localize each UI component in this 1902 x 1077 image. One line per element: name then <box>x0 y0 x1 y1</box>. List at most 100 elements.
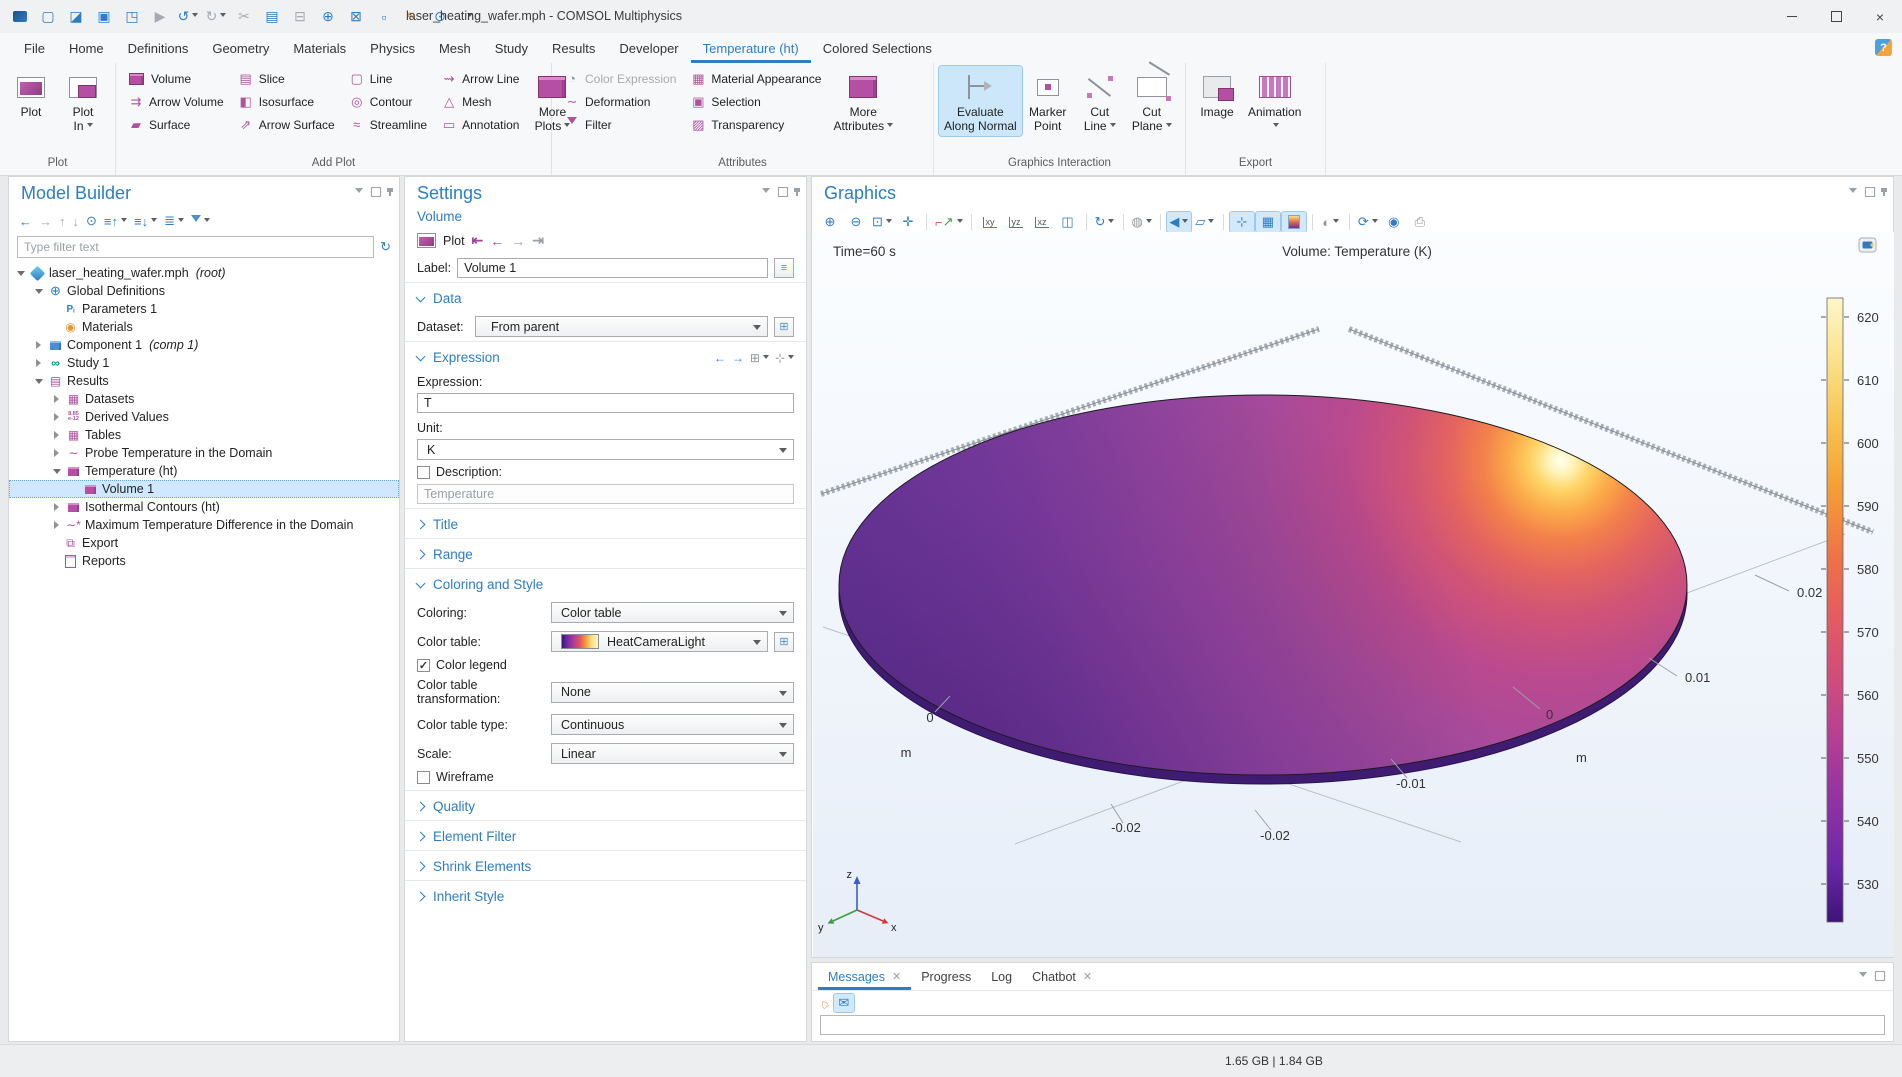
add-arrow-line-button[interactable]: ⇝Arrow Line <box>436 67 524 90</box>
tree-item-volume-1[interactable]: Volume 1 <box>9 480 399 498</box>
save-as-button[interactable]: ◳ <box>120 5 144 29</box>
panel-menu-icon[interactable] <box>355 188 363 197</box>
zoom-extents-icon[interactable]: ✛ <box>896 212 920 232</box>
section-quality[interactable]: Quality <box>405 790 806 820</box>
cut-button[interactable]: ✂ <box>232 5 256 29</box>
cut-plane-button[interactable]: Cut Plane <box>1126 66 1178 136</box>
panel-menu-icon[interactable] <box>762 188 770 197</box>
go-to-default-view-icon[interactable]: ⌐↗ <box>933 212 965 232</box>
expander-icon[interactable] <box>53 469 61 478</box>
color-theme-icon[interactable]: ◐ <box>1319 212 1343 232</box>
float-panel-icon[interactable] <box>371 187 381 197</box>
delete-button[interactable]: ⊠ <box>344 5 368 29</box>
rotate-icon[interactable]: ↻ <box>1093 212 1117 232</box>
marker-point-button[interactable]: Marker Point <box>1022 66 1074 136</box>
close-button[interactable]: × <box>1858 0 1902 33</box>
tree-item-tables[interactable]: ▦Tables <box>9 426 399 444</box>
minimize-button[interactable] <box>1770 0 1814 33</box>
save-button[interactable]: ▣ <box>92 5 116 29</box>
go-to-source-icon[interactable]: ⊞ <box>774 317 794 337</box>
pin-panel-icon[interactable] <box>389 188 391 196</box>
snapshot-icon[interactable]: ◉ <box>1382 212 1406 232</box>
last-plot-icon[interactable]: ⇥ <box>532 232 544 249</box>
settings-plot-button[interactable]: Plot <box>443 234 465 248</box>
tree-item-results[interactable]: ▤Results <box>9 372 399 390</box>
move-down-button[interactable]: ↓ <box>73 214 80 229</box>
panel-menu-icon[interactable] <box>1859 972 1867 981</box>
expander-icon[interactable] <box>54 413 63 421</box>
tree-item-datasets[interactable]: ▦Datasets <box>9 390 399 408</box>
model-tree-node-text-button[interactable]: ≣ <box>164 213 184 229</box>
expander-icon[interactable] <box>54 431 63 439</box>
expander-icon[interactable] <box>36 341 45 349</box>
tree-item-materials[interactable]: ◉Materials <box>9 318 399 336</box>
tree-item-reports[interactable]: Reports <box>9 552 399 570</box>
tree-item-export[interactable]: ⧉Export <box>9 534 399 552</box>
undo-button[interactable]: ↺ <box>176 5 200 29</box>
view-xy-icon[interactable]: xy <box>978 212 1002 232</box>
zoom-box-icon[interactable]: ⊡ <box>870 212 894 232</box>
clear-messages-icon[interactable]: ⌂ <box>816 995 831 1012</box>
coloring-dropdown[interactable]: Color table <box>551 602 794 623</box>
help-icon[interactable]: ? <box>1875 39 1892 56</box>
filter-tree-button[interactable] <box>191 215 210 227</box>
menu-colored-selections[interactable]: Colored Selections <box>811 33 944 63</box>
edit-label-icon[interactable]: ≡ <box>774 258 794 278</box>
first-plot-icon[interactable]: ⇤ <box>472 232 484 249</box>
add-contour-button[interactable]: ◎Contour <box>344 90 432 113</box>
close-tab-icon[interactable]: ✕ <box>892 970 901 983</box>
tab-chatbot[interactable]: Chatbot✕ <box>1022 963 1102 990</box>
replace-expression-icon[interactable]: ⊞ <box>750 351 769 365</box>
back-button[interactable]: ← <box>19 214 32 229</box>
image-button[interactable]: Image <box>1191 66 1243 122</box>
new-file-button[interactable]: ▢ <box>36 5 60 29</box>
expander-icon[interactable] <box>35 379 43 388</box>
expander-icon[interactable] <box>54 449 63 457</box>
cut-line-button[interactable]: Cut Line <box>1074 66 1126 136</box>
section-inherit-style[interactable]: Inherit Style <box>405 880 806 910</box>
evaluate-along-normal-button[interactable]: Evaluate Along Normal <box>939 66 1022 136</box>
plot-in-button[interactable]: Plot In <box>57 66 109 136</box>
expander-icon[interactable] <box>35 289 43 298</box>
section-element-filter[interactable]: Element Filter <box>405 820 806 850</box>
tab-progress[interactable]: Progress <box>911 963 981 990</box>
tree-item-study[interactable]: ∞Study 1 <box>9 354 399 372</box>
material-appearance-button[interactable]: ▦Material Appearance <box>685 67 826 90</box>
add-arrow-volume-button[interactable]: ⇉Arrow Volume <box>123 90 229 113</box>
zoom-in-icon[interactable]: ⊕ <box>818 212 842 232</box>
add-surface-button[interactable]: ▰Surface <box>123 113 229 136</box>
menu-materials[interactable]: Materials <box>281 33 358 63</box>
menu-results[interactable]: Results <box>540 33 607 63</box>
color-table-dropdown[interactable]: HeatCameraLight <box>551 631 768 652</box>
filter-input[interactable] <box>17 236 374 258</box>
menu-mesh[interactable]: Mesh <box>427 33 483 63</box>
section-title[interactable]: Title <box>405 508 806 538</box>
tree-item-probe-temperature[interactable]: ∼Probe Temperature in the Domain <box>9 444 399 462</box>
float-panel-icon[interactable] <box>778 187 788 197</box>
show-button[interactable]: ⊙ <box>86 213 97 229</box>
expander-icon[interactable] <box>54 395 63 403</box>
section-coloring-and-style[interactable]: Coloring and Style <box>405 568 806 598</box>
add-volume-button[interactable]: Volume <box>123 67 229 90</box>
add-streamline-button[interactable]: ≈Streamline <box>344 113 432 136</box>
expander-icon[interactable] <box>54 521 63 529</box>
menu-home[interactable]: Home <box>57 33 116 63</box>
insert-expression-icon[interactable]: ⊹ <box>775 351 794 365</box>
menu-physics[interactable]: Physics <box>358 33 427 63</box>
panel-menu-icon[interactable] <box>1849 188 1857 197</box>
tree-item-temperature-ht[interactable]: Temperature (ht) <box>9 462 399 480</box>
redo-button[interactable]: ↻ <box>204 5 228 29</box>
menu-definitions[interactable]: Definitions <box>116 33 201 63</box>
tree-item-parameters[interactable]: PᵢParameters 1 <box>9 300 399 318</box>
projection-icon[interactable]: ◫ <box>1056 212 1080 232</box>
show-color-legend-icon[interactable] <box>1282 212 1306 232</box>
wireframe-checkbox[interactable] <box>417 771 430 784</box>
description-input[interactable] <box>417 484 794 504</box>
duplicate-button[interactable]: ⊕ <box>316 5 340 29</box>
selection-button[interactable]: ▣Selection <box>685 90 826 113</box>
add-mesh-button[interactable]: △Mesh <box>436 90 524 113</box>
next-plot-icon[interactable]: → <box>511 233 525 249</box>
plot-button[interactable]: Plot <box>5 66 57 122</box>
menu-geometry[interactable]: Geometry <box>200 33 281 63</box>
view-xz-icon[interactable]: xz <box>1030 212 1054 232</box>
